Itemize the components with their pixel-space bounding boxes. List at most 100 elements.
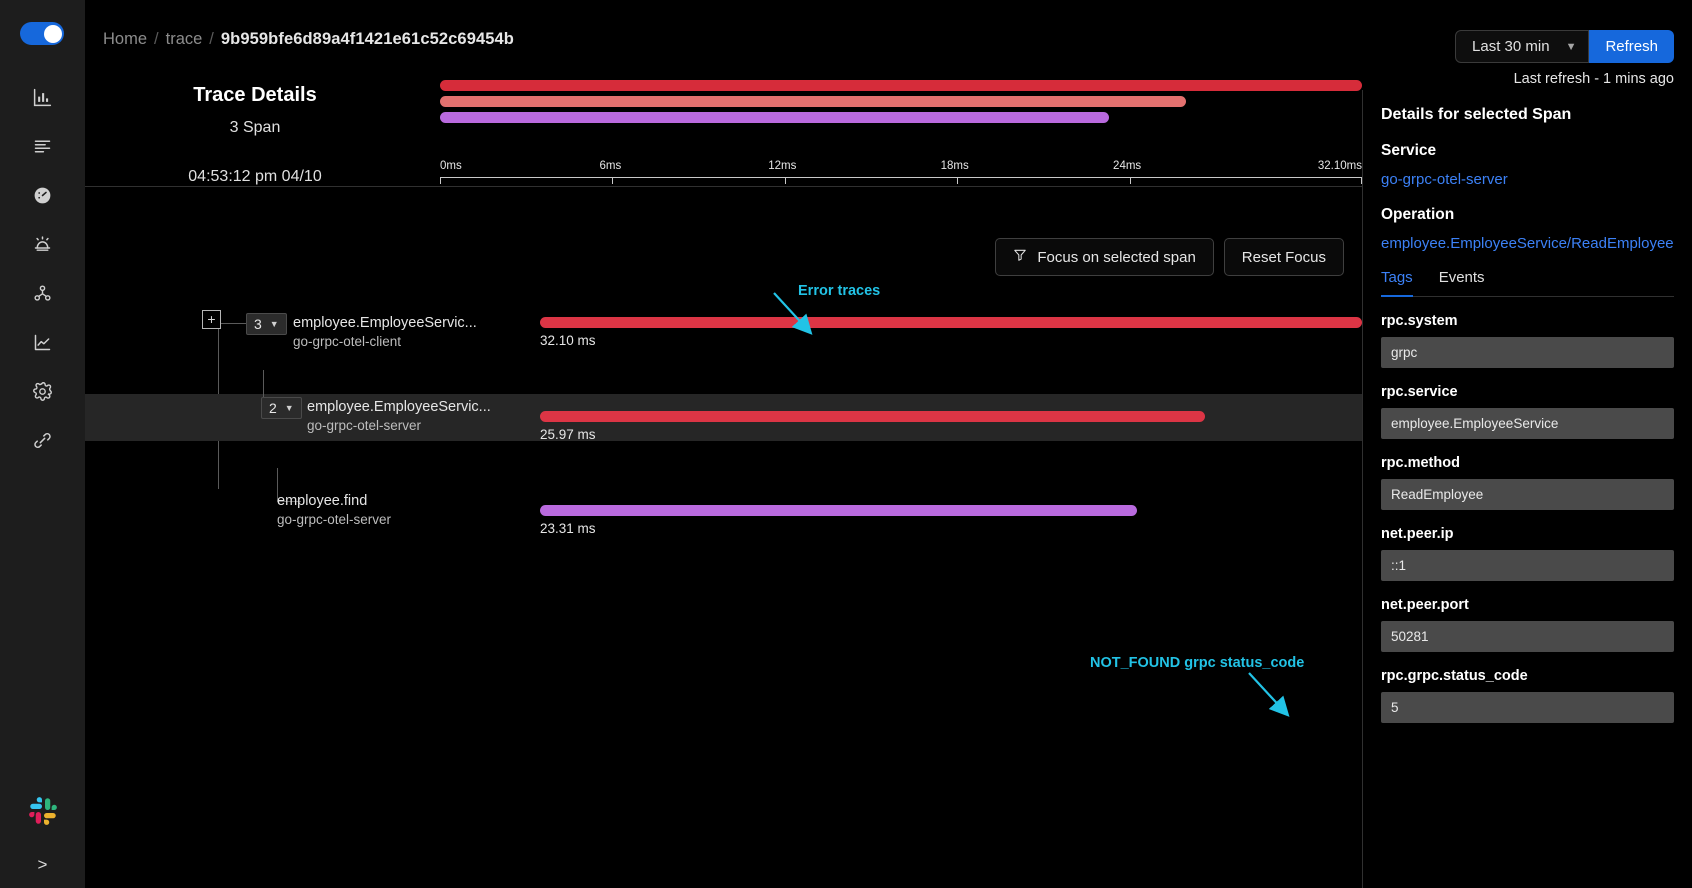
span-service-3: go-grpc-otel-server	[277, 512, 392, 527]
slack-icon[interactable]	[0, 780, 85, 842]
span-duration-1: 32.10 ms	[540, 333, 596, 348]
table-row[interactable]: 2 ▼ employee.EmployeeServic... go-grpc-o…	[85, 370, 1362, 442]
minimap-bar-3	[440, 112, 1110, 123]
sidebar-item-service-map[interactable]	[0, 269, 85, 318]
trace-minimap[interactable]	[440, 80, 1362, 124]
sidebar-nav	[0, 73, 84, 465]
axis-tick-label-4: 24ms	[1113, 160, 1142, 172]
sidebar-expand-button[interactable]: >	[0, 842, 85, 888]
dark-mode-toggle[interactable]	[20, 22, 64, 45]
tag-block: rpc.system grpc	[1381, 313, 1674, 368]
tag-key: rpc.service	[1381, 384, 1458, 400]
panel-tabs: Tags Events	[1381, 269, 1674, 297]
sidebar: >	[0, 0, 85, 888]
service-map-icon	[32, 283, 53, 304]
span-service-2: go-grpc-otel-server	[307, 418, 422, 433]
axis-tick	[1129, 177, 1131, 184]
sidebar-item-settings[interactable]	[0, 367, 85, 416]
page-header: Home / trace / 9b959bfe6d89a4f1421e61c52…	[85, 0, 1692, 87]
tag-key: rpc.method	[1381, 455, 1460, 471]
focus-on-selected-span-button[interactable]: Focus on selected span	[995, 238, 1214, 276]
span-name-1: employee.EmployeeServic...	[293, 315, 477, 331]
trace-details-page: > Home / trace / 9b959bfe6d89a4f1421e61c…	[0, 0, 1692, 888]
breadcrumb-trace[interactable]: trace	[166, 30, 203, 49]
minimap-bar-1	[440, 80, 1362, 91]
reset-focus-label: Reset Focus	[1241, 248, 1326, 266]
table-row[interactable]: 3 ▼ employee.EmployeeServic... go-grpc-o…	[85, 300, 1362, 349]
span-name-3: employee.find	[277, 493, 368, 509]
time-range-select[interactable]: Last 30 min ▼	[1455, 30, 1590, 63]
focus-button-label: Focus on selected span	[1037, 248, 1196, 266]
tag-key: rpc.grpc.status_code	[1381, 668, 1528, 684]
page-title: Trace Details	[193, 84, 317, 106]
tab-tags[interactable]: Tags	[1381, 269, 1413, 297]
tag-key: net.peer.ip	[1381, 526, 1454, 542]
span-duration-2: 25.97 ms	[540, 427, 596, 442]
axis-tick	[612, 177, 614, 184]
breadcrumb: Home / trace / 9b959bfe6d89a4f1421e61c52…	[103, 30, 514, 49]
annotation-error-traces: Error traces	[798, 283, 881, 299]
expand-all-button[interactable]: +	[202, 310, 221, 329]
chevron-down-icon: ▼	[269, 319, 279, 329]
axis-tick-label-1: 6ms	[599, 160, 622, 172]
time-range-value: Last 30 min	[1472, 38, 1550, 55]
tab-events[interactable]: Events	[1439, 269, 1485, 296]
span-bar-1	[540, 317, 1362, 328]
operation-label: Operation	[1381, 206, 1455, 223]
tag-value: employee.EmployeeService	[1381, 408, 1674, 439]
axis-line	[440, 177, 1362, 178]
axis-tick	[957, 177, 959, 184]
span-child-count-chip-1[interactable]: 3 ▼	[246, 313, 287, 335]
link-icon	[32, 430, 53, 451]
service-value-link[interactable]: go-grpc-otel-server	[1381, 171, 1674, 188]
tag-block: net.peer.ip ::1	[1381, 526, 1674, 581]
span-name-2: employee.EmployeeServic...	[307, 399, 491, 415]
breadcrumb-home[interactable]: Home	[103, 30, 147, 49]
tag-key: net.peer.port	[1381, 597, 1469, 613]
annotation-not-found-arrow	[1248, 672, 1290, 717]
sidebar-item-services[interactable]	[0, 171, 85, 220]
tree-connector	[218, 323, 246, 324]
span-bar-wrap-1: 32.10 ms	[540, 300, 1362, 348]
tag-value: grpc	[1381, 337, 1674, 368]
tag-block: rpc.method ReadEmployee	[1381, 455, 1674, 510]
span-bar-2	[540, 411, 1205, 422]
tag-block: rpc.service employee.EmployeeService	[1381, 384, 1674, 439]
sidebar-item-traces[interactable]	[0, 318, 85, 367]
time-axis: 0ms 6ms 12ms 18ms 24ms 32.10ms	[440, 152, 1362, 186]
span-service-1: go-grpc-otel-client	[293, 334, 402, 349]
chevron-down-icon: ▼	[284, 403, 294, 413]
sidebar-item-alerts[interactable]	[0, 220, 85, 269]
tag-value: ReadEmployee	[1381, 479, 1674, 510]
table-row[interactable]: employee.find go-grpc-otel-server 23.31 …	[85, 468, 1362, 536]
tag-value: ::1	[1381, 550, 1674, 581]
breadcrumb-separator-1: /	[154, 30, 159, 48]
chevron-down-icon: ▼	[1565, 40, 1577, 53]
tag-value: 5	[1381, 692, 1674, 723]
trace-start-time: 04:53:12 pm 04/10	[188, 168, 322, 185]
sidebar-item-integrations[interactable]	[0, 416, 85, 465]
logs-icon	[32, 136, 53, 157]
last-refresh-text: Last refresh - 1 mins ago	[1513, 71, 1674, 87]
focus-controls: Focus on selected span Reset Focus	[995, 238, 1344, 276]
span-duration-3: 23.31 ms	[540, 521, 596, 536]
service-label: Service	[1381, 142, 1437, 159]
span-tree: + 3 ▼ employee.EmployeeServic... go-grpc…	[85, 300, 1362, 536]
operation-value-link[interactable]: employee.EmployeeService/ReadEmployee	[1381, 235, 1674, 252]
chip-count: 2	[269, 400, 277, 416]
trace-summary: Trace Details 3 Span 04:53:12 pm 04/10 0…	[85, 72, 1362, 187]
span-child-count-chip-2[interactable]: 2 ▼	[261, 397, 302, 419]
tag-key: rpc.system	[1381, 313, 1458, 329]
tag-block: net.peer.port 50281	[1381, 597, 1674, 652]
minimap-bar-2	[440, 96, 1186, 107]
tag-value: 50281	[1381, 621, 1674, 652]
refresh-button[interactable]: Refresh	[1589, 30, 1674, 63]
annotation-not-found-status: NOT_FOUND grpc status_code	[1090, 655, 1305, 671]
sidebar-item-logs[interactable]	[0, 122, 85, 171]
trace-summary-left: Trace Details 3 Span 04:53:12 pm 04/10	[85, 72, 425, 186]
sidebar-item-dashboards[interactable]	[0, 73, 85, 122]
reset-focus-button[interactable]: Reset Focus	[1223, 238, 1344, 276]
bar-chart-icon	[32, 87, 53, 108]
sidebar-footer: >	[0, 780, 85, 888]
tag-block: rpc.grpc.status_code 5	[1381, 668, 1674, 723]
